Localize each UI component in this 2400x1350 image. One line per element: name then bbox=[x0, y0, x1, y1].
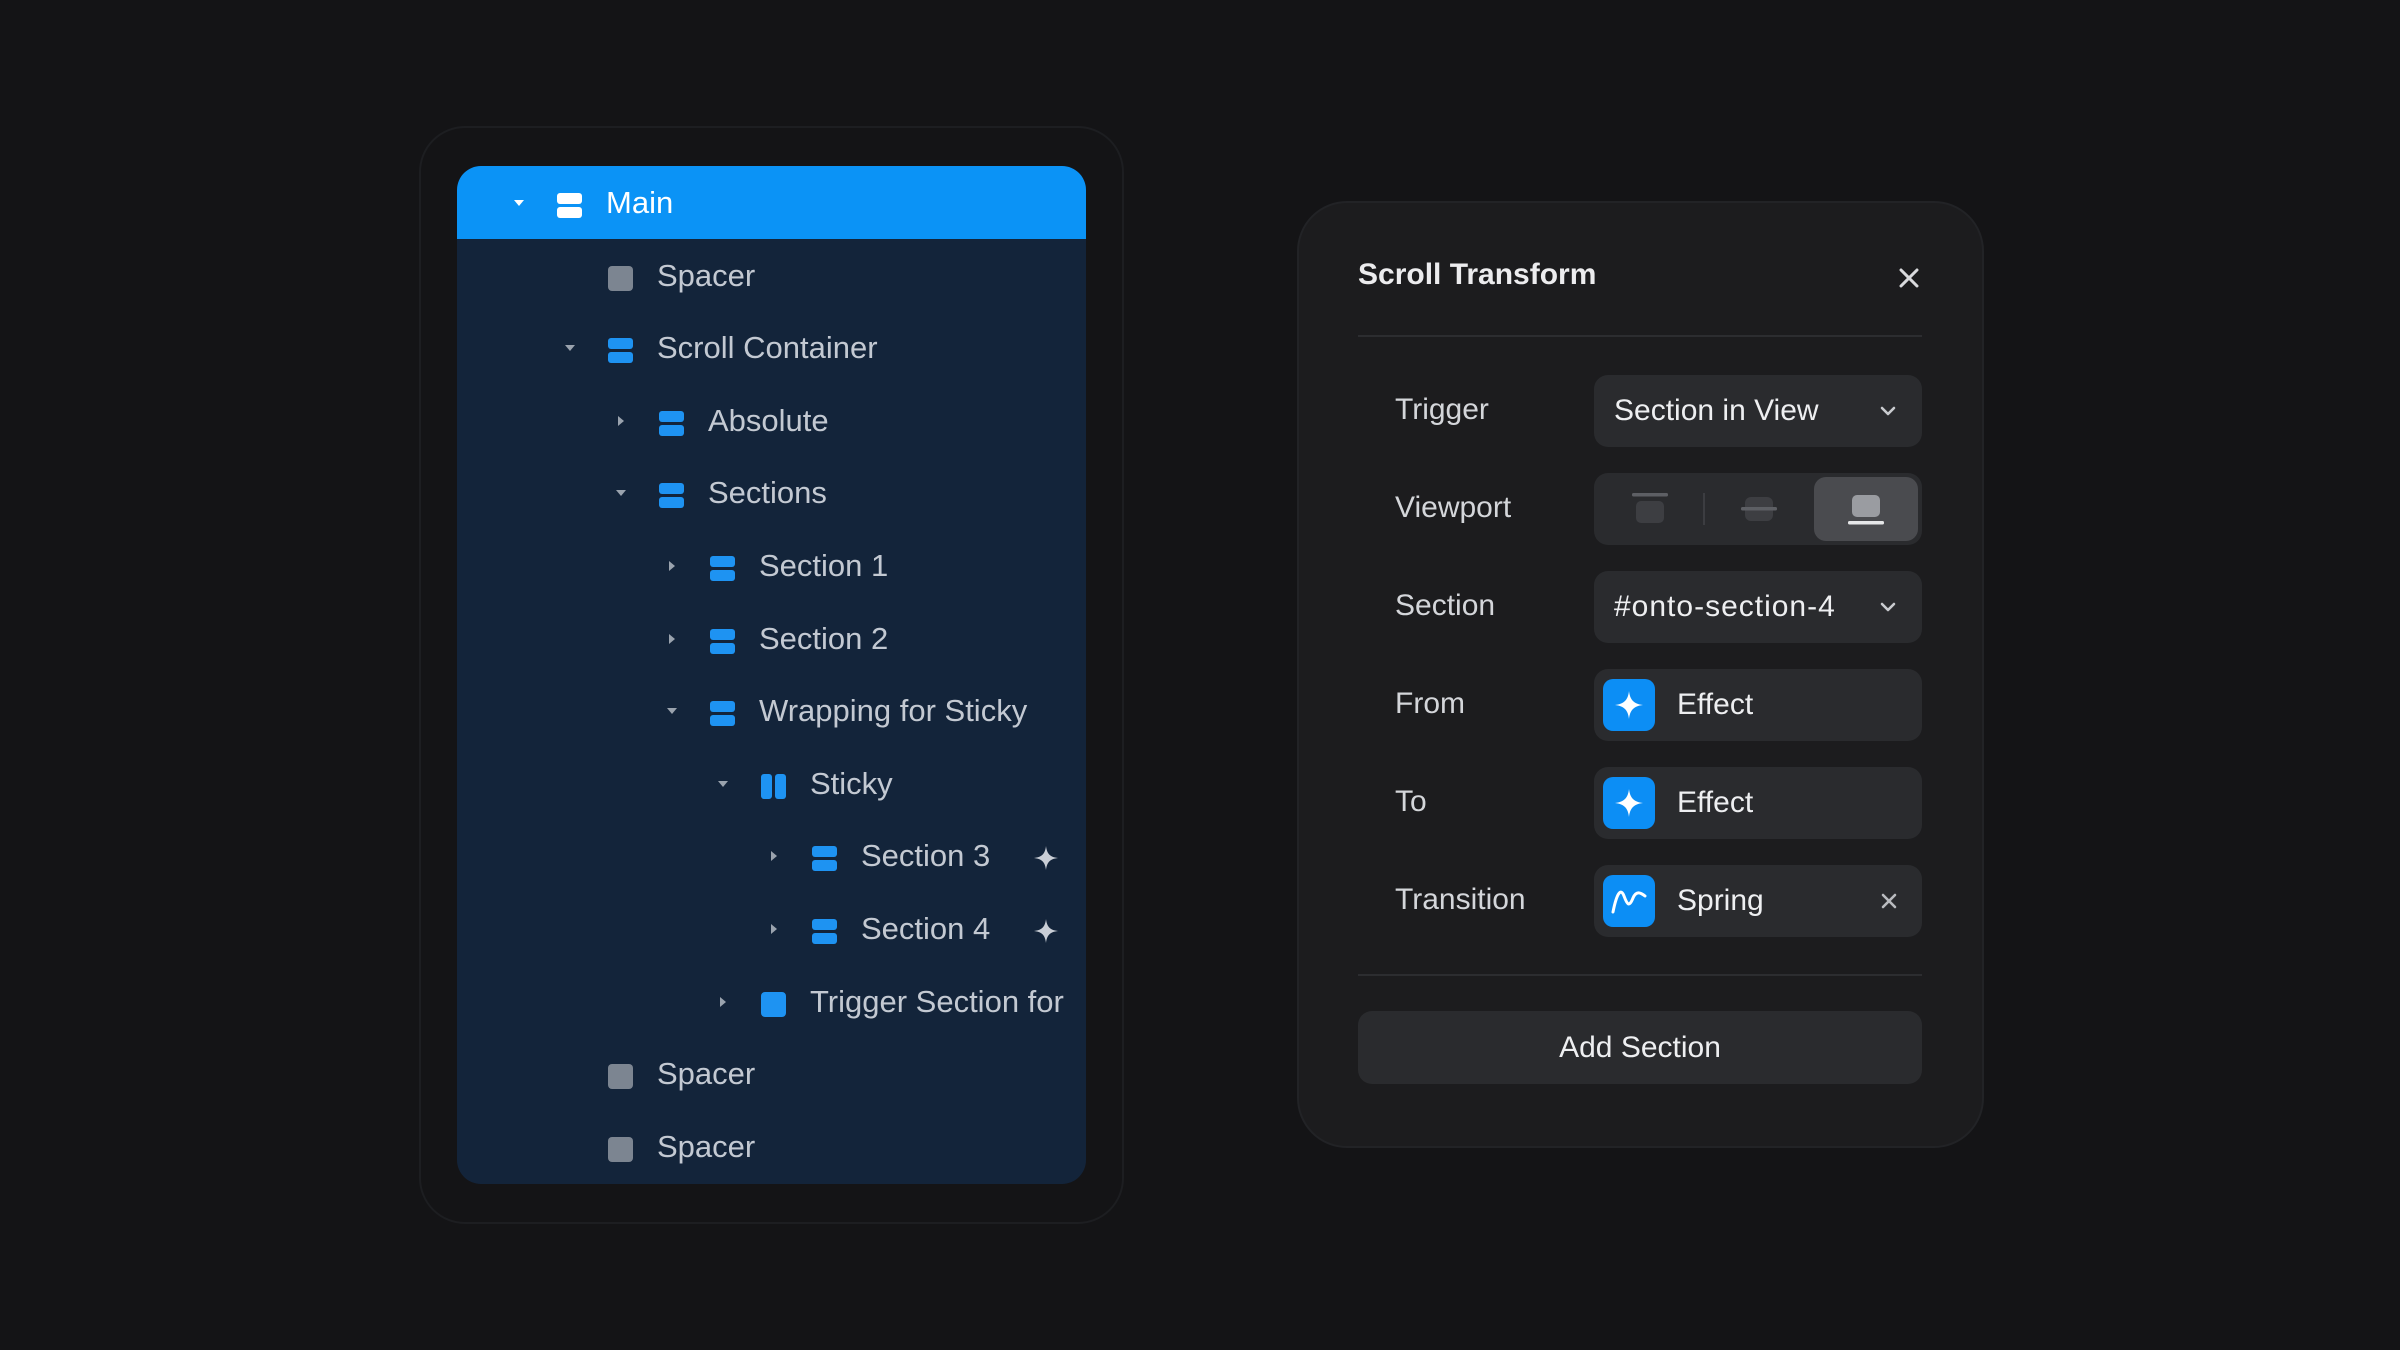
layer-label: Spacer bbox=[657, 257, 756, 293]
layer-row[interactable]: Section 1 bbox=[457, 529, 1086, 602]
layer-row[interactable]: Spacer bbox=[457, 1110, 1086, 1183]
add-section-button[interactable]: Add Section bbox=[1358, 1011, 1922, 1084]
viewport-segmented-control bbox=[1594, 473, 1922, 545]
frame-icon bbox=[608, 263, 633, 291]
sparkle-icon bbox=[1603, 777, 1655, 829]
sparkle-icon bbox=[1033, 843, 1059, 870]
transition-label: Transition bbox=[1395, 883, 1526, 916]
layer-row[interactable]: Sections bbox=[457, 456, 1086, 529]
layer-label: Wrapping for Sticky bbox=[759, 692, 1028, 728]
layer-label: Sticky bbox=[810, 765, 893, 801]
close-icon bbox=[1881, 893, 1897, 909]
layer-label: Spacer bbox=[657, 1055, 756, 1091]
sparkle-icon bbox=[1603, 679, 1655, 731]
layer-row[interactable]: Sticky bbox=[457, 747, 1086, 820]
viewport-top-option[interactable] bbox=[1598, 477, 1702, 541]
frame-blue-icon bbox=[761, 989, 786, 1017]
close-icon bbox=[1899, 268, 1919, 288]
layer-row[interactable]: Spacer bbox=[457, 1037, 1086, 1110]
layer-label: Section 2 bbox=[759, 620, 889, 656]
layer-label: Spacer bbox=[657, 1128, 756, 1164]
section-label: Section bbox=[1395, 589, 1496, 622]
viewport-center-icon bbox=[1741, 497, 1777, 521]
stack-icon bbox=[812, 916, 837, 944]
layers-tree: Main Spacer Scroll Container Absolute Sectio… bbox=[457, 166, 1086, 1184]
spring-curve-icon bbox=[1603, 875, 1655, 927]
stack-icon bbox=[659, 480, 684, 508]
caret-right-icon[interactable] bbox=[713, 992, 733, 1012]
viewport-bottom-icon bbox=[1848, 495, 1884, 525]
layer-row[interactable]: Absolute bbox=[457, 384, 1086, 457]
transition-value: Spring bbox=[1677, 884, 1764, 917]
layer-row[interactable]: Section 3 bbox=[457, 819, 1086, 892]
to-effect-field[interactable]: Effect bbox=[1594, 767, 1922, 839]
from-effect-field[interactable]: Effect bbox=[1594, 669, 1922, 741]
panel-title: Scroll Transform bbox=[1358, 258, 1597, 291]
layer-label: Scroll Container bbox=[657, 329, 878, 365]
clear-transition-button[interactable] bbox=[1878, 890, 1900, 912]
transition-field[interactable]: Spring bbox=[1594, 865, 1922, 937]
layer-label: Section 4 bbox=[861, 910, 991, 946]
viewport-label: Viewport bbox=[1395, 491, 1512, 524]
layer-row[interactable]: Section 2 bbox=[457, 602, 1086, 675]
caret-right-icon[interactable] bbox=[764, 919, 784, 939]
layer-row[interactable]: Wrapping for Sticky bbox=[457, 674, 1086, 747]
trigger-value: Section in View bbox=[1614, 394, 1819, 427]
layer-row[interactable]: Section 4 bbox=[457, 892, 1086, 965]
from-value: Effect bbox=[1677, 688, 1754, 721]
section-value: #onto-section-4 bbox=[1614, 590, 1836, 623]
layer-label: Absolute bbox=[708, 402, 829, 438]
trigger-select[interactable]: Section in View bbox=[1594, 375, 1922, 447]
footer-divider bbox=[1358, 974, 1922, 976]
chevron-down-icon bbox=[1878, 401, 1898, 421]
viewport-bottom-option[interactable] bbox=[1814, 477, 1918, 541]
close-button[interactable] bbox=[1893, 262, 1925, 294]
stack-icon bbox=[812, 843, 837, 871]
header-divider bbox=[1358, 335, 1922, 337]
sparkle-icon bbox=[1033, 916, 1059, 943]
caret-right-icon[interactable] bbox=[611, 411, 631, 431]
layer-row[interactable]: Spacer bbox=[457, 239, 1086, 312]
to-value: Effect bbox=[1677, 786, 1754, 819]
stack-icon bbox=[710, 553, 735, 581]
frame-icon bbox=[608, 1061, 633, 1089]
layer-row[interactable]: Trigger Section for bbox=[457, 965, 1086, 1038]
caret-down-icon[interactable] bbox=[560, 338, 580, 358]
stack-icon bbox=[557, 190, 582, 218]
caret-down-icon[interactable] bbox=[713, 774, 733, 794]
segment-divider bbox=[1703, 493, 1705, 525]
stack-icon bbox=[659, 408, 684, 436]
layer-label: Sections bbox=[708, 474, 827, 510]
trigger-label: Trigger bbox=[1395, 393, 1489, 426]
to-label: To bbox=[1395, 785, 1427, 818]
caret-right-icon[interactable] bbox=[764, 846, 784, 866]
section-select[interactable]: #onto-section-4 bbox=[1594, 571, 1922, 643]
stack-icon bbox=[710, 626, 735, 654]
layer-label: Section 1 bbox=[759, 547, 889, 583]
layer-row[interactable]: Main bbox=[457, 166, 1086, 239]
stack-icon bbox=[608, 335, 633, 363]
layer-label: Main bbox=[606, 184, 674, 220]
layer-row[interactable]: Scroll Container bbox=[457, 311, 1086, 384]
caret-down-icon[interactable] bbox=[509, 193, 529, 213]
caret-down-icon[interactable] bbox=[611, 483, 631, 503]
from-label: From bbox=[1395, 687, 1465, 720]
caret-down-icon[interactable] bbox=[662, 701, 682, 721]
layer-label: Section 3 bbox=[861, 837, 991, 873]
stack-icon bbox=[710, 698, 735, 726]
columns-icon bbox=[761, 771, 786, 799]
frame-icon bbox=[608, 1134, 633, 1162]
viewport-top-icon bbox=[1632, 493, 1668, 523]
viewport-center-option[interactable] bbox=[1707, 477, 1811, 541]
chevron-down-icon bbox=[1878, 597, 1898, 617]
caret-right-icon[interactable] bbox=[662, 629, 682, 649]
layer-label: Trigger Section for bbox=[810, 983, 1064, 1019]
caret-right-icon[interactable] bbox=[662, 556, 682, 576]
